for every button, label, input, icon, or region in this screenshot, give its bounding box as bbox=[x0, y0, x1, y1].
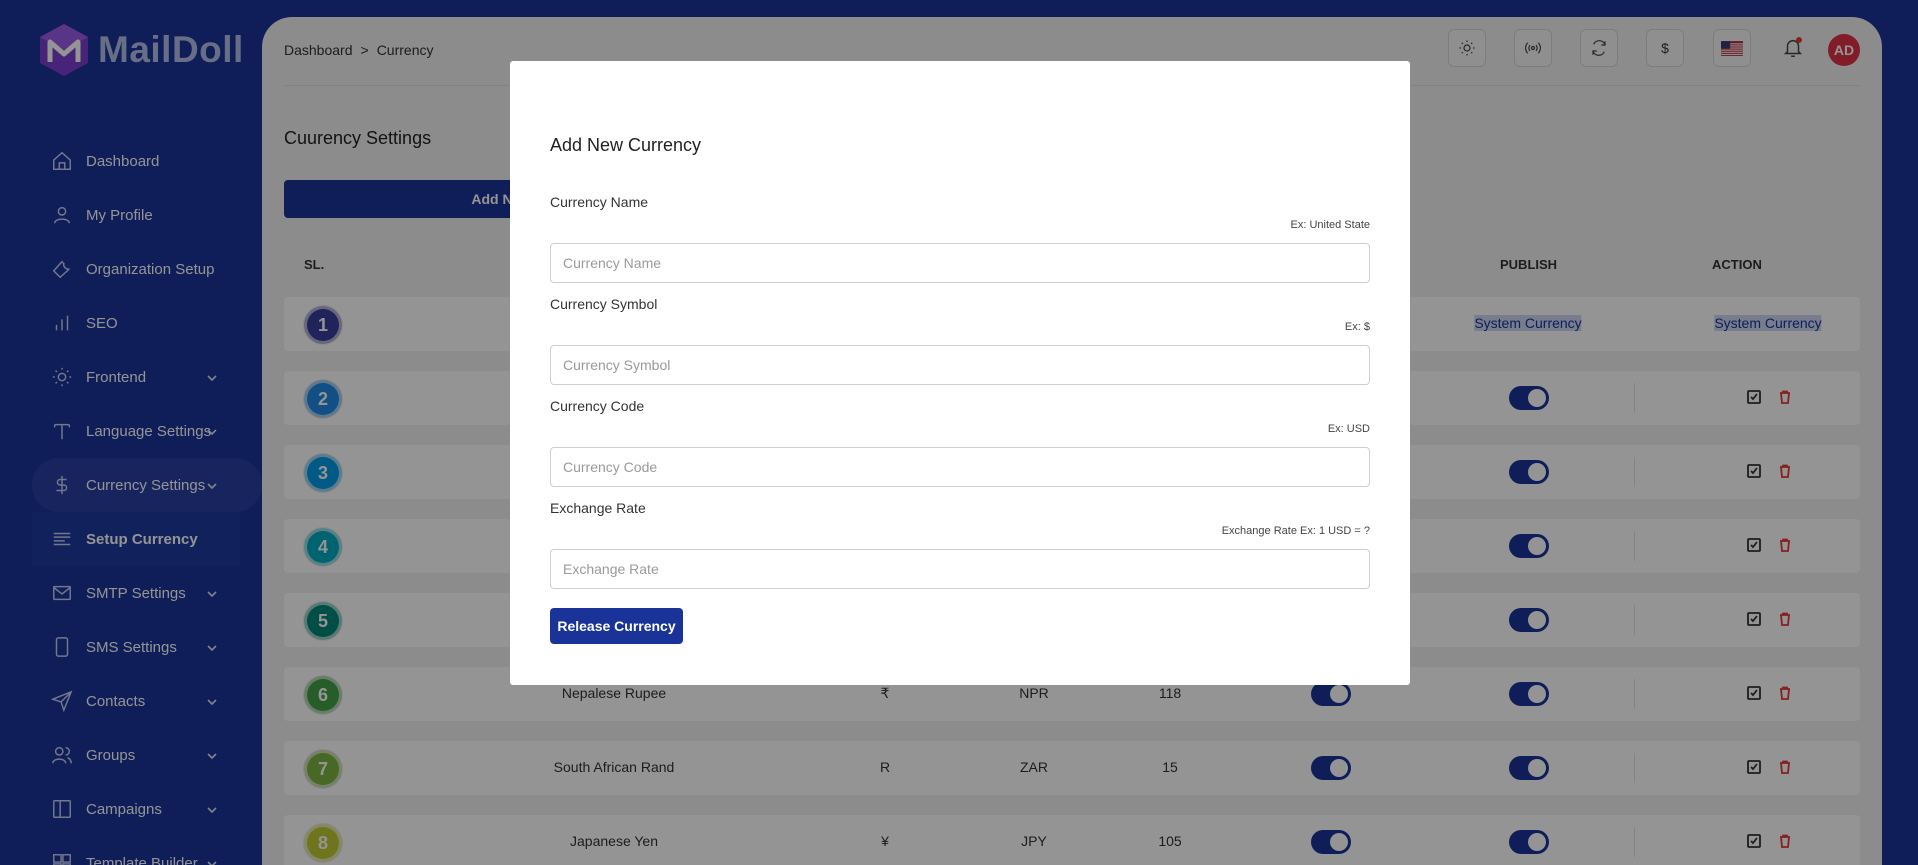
add-currency-modal: Add New Currency Currency Name Ex: Unite… bbox=[510, 61, 1410, 685]
currency-code-hint: Ex: USD bbox=[1327, 423, 1370, 435]
exchange-rate-label: Exchange Rate bbox=[550, 500, 646, 516]
currency-symbol-input[interactable] bbox=[550, 345, 1370, 385]
currency-symbol-label: Currency Symbol bbox=[550, 296, 658, 312]
currency-symbol-hint: Ex: $ bbox=[1344, 321, 1370, 333]
modal-title: Add New Currency bbox=[550, 135, 702, 155]
currency-name-label: Currency Name bbox=[550, 194, 649, 210]
currency-code-label: Currency Code bbox=[550, 398, 645, 414]
currency-code-input[interactable] bbox=[550, 447, 1370, 487]
exchange-rate-input[interactable] bbox=[550, 549, 1370, 589]
currency-name-hint: Ex: United State bbox=[1290, 219, 1371, 231]
exchange-rate-hint: Exchange Rate Ex: 1 USD = ? bbox=[1221, 525, 1370, 537]
currency-name-input[interactable] bbox=[550, 243, 1370, 283]
release-currency-button[interactable]: Release Currency bbox=[550, 608, 683, 644]
